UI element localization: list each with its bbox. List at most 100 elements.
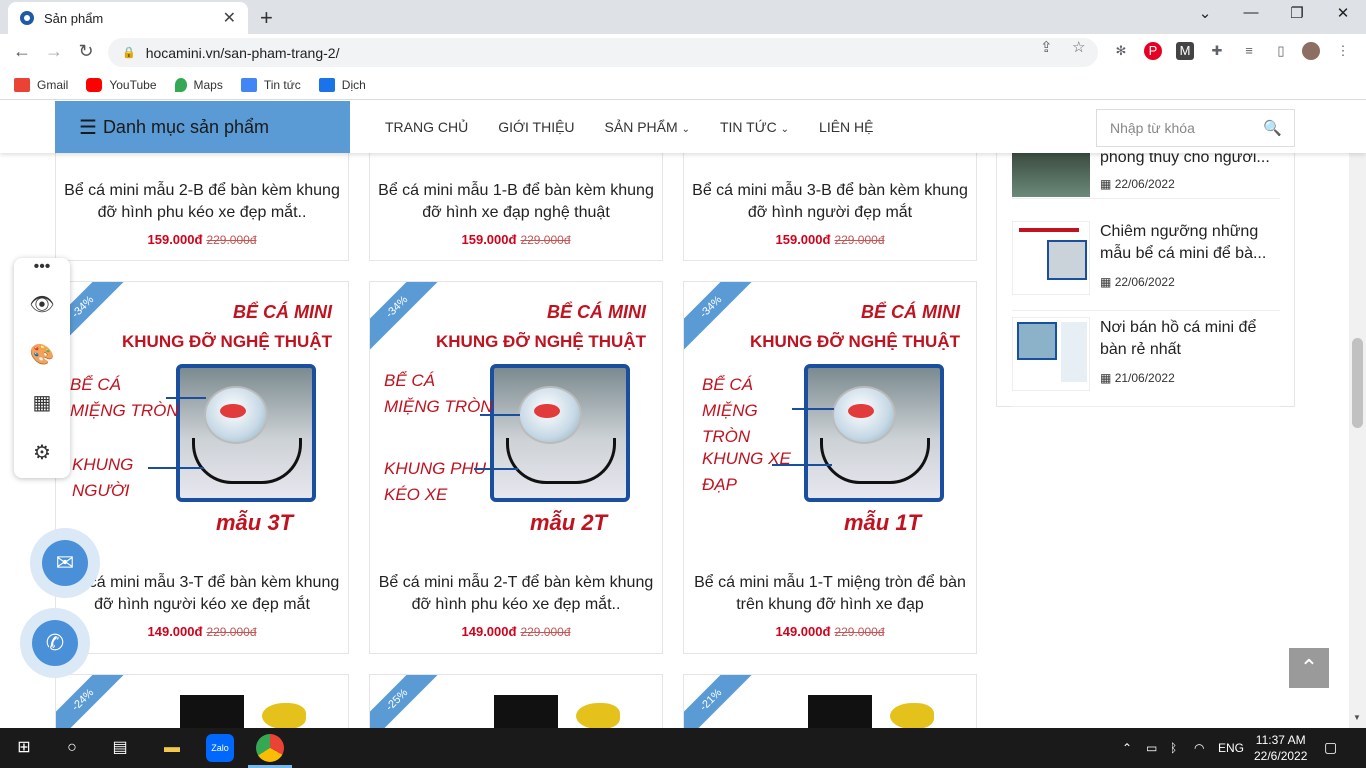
- floating-toolbar: ••• 👁 🎨 ▦ ⚙: [14, 258, 70, 478]
- more-dots-icon[interactable]: •••: [14, 258, 70, 276]
- calendar-icon: ▦: [1100, 177, 1112, 191]
- product-title[interactable]: Bể cá mini mẫu 1-T miệng tròn để bàn trê…: [692, 572, 968, 616]
- bookmark-youtube[interactable]: YouTube: [86, 77, 157, 92]
- address-bar[interactable]: 🔒 hocamini.vn/san-pham-trang-2/: [108, 38, 1098, 67]
- palette-icon[interactable]: 🎨: [14, 342, 70, 367]
- bluetooth-icon[interactable]: ᛒ: [1170, 741, 1177, 755]
- language-indicator[interactable]: ENG: [1218, 741, 1244, 755]
- product-image[interactable]: BỂ CÁ MINI KHUNG ĐỠ NGHỆ THUẬT BỂ CÁ MIỆ…: [684, 282, 976, 556]
- battery-icon[interactable]: ▭: [1146, 741, 1157, 755]
- bookmark-star-icon[interactable]: ☆: [1072, 38, 1085, 56]
- pinterest-icon[interactable]: P: [1144, 42, 1162, 60]
- chevron-down-icon: ⌄: [681, 124, 690, 135]
- bookmark-news[interactable]: Tin tức: [240, 77, 301, 92]
- back-to-top-button[interactable]: ⌃: [1289, 648, 1329, 688]
- post-title[interactable]: Chiêm ngưỡng những mẫu bể cá mini để bà.…: [1100, 221, 1280, 265]
- messenger-button[interactable]: ✉: [30, 528, 100, 598]
- menu-kebab-icon[interactable]: ⋮: [1334, 42, 1352, 60]
- product-card[interactable]: BỂ CÁ MINI KHUNG ĐỠ NGHỆ THUẬT BỂ CÁ MIỆ…: [369, 281, 663, 654]
- new-tab-button[interactable]: +: [260, 5, 273, 31]
- forward-button[interactable]: →: [42, 41, 66, 62]
- product-image[interactable]: -21%: [684, 675, 976, 728]
- task-view-icon[interactable]: ▤: [106, 734, 134, 762]
- menu-item-products[interactable]: SẢN PHẨM ⌄: [605, 119, 690, 135]
- product-title[interactable]: Bể cá mini mẫu 2-T để bàn kèm khung đỡ h…: [378, 572, 654, 616]
- youtube-icon: [86, 77, 103, 92]
- start-windows-icon[interactable]: ⊞: [10, 734, 38, 762]
- grid-icon[interactable]: ▦: [14, 390, 70, 415]
- post-date: ▦ 22/06/2022: [1100, 275, 1175, 289]
- bookmark-translate[interactable]: Dịch: [318, 77, 366, 92]
- back-button[interactable]: ←: [10, 41, 34, 62]
- discount-badge: -24%: [56, 675, 130, 728]
- settings-gears-icon[interactable]: ⚙: [14, 440, 70, 465]
- phone-call-button[interactable]: ✆: [20, 608, 90, 678]
- bookmark-gmail[interactable]: Gmail: [14, 77, 68, 92]
- tab-search-icon[interactable]: ⌄: [1182, 4, 1228, 22]
- post-thumbnail[interactable]: [1012, 221, 1090, 295]
- post-item[interactable]: Chiêm ngưỡng những mẫu bể cá mini để bà.…: [1012, 215, 1280, 311]
- product-card[interactable]: -21%: [683, 674, 977, 728]
- fishbowl-photo: [176, 364, 316, 502]
- category-menu-button[interactable]: ☰ Danh mục sản phẩm: [55, 101, 350, 153]
- calendar-icon: ▦: [1100, 275, 1112, 289]
- page-scrollbar[interactable]: ▲ ▼: [1349, 101, 1366, 728]
- tab-active[interactable]: Sản phẩm ✕: [8, 2, 248, 34]
- product-title[interactable]: Bể cá mini mẫu 3-T để bàn kèm khung đỡ h…: [64, 572, 340, 616]
- fishbowl-photo: [804, 364, 944, 502]
- tab-close-icon[interactable]: ✕: [223, 8, 236, 28]
- tray-expand-icon[interactable]: ⌃: [1122, 741, 1132, 755]
- menu-item-home[interactable]: TRANG CHỦ: [385, 119, 468, 135]
- product-image[interactable]: -25%: [370, 675, 662, 728]
- chevron-up-icon: ⌃: [1299, 655, 1319, 680]
- product-price: 159.000đ 229.000đ: [775, 232, 885, 247]
- chrome-icon[interactable]: [256, 734, 284, 762]
- menu-item-contact[interactable]: LIÊN HỆ: [819, 119, 873, 135]
- zalo-icon[interactable]: Zalo: [206, 734, 234, 762]
- menu-item-news[interactable]: TIN TỨC ⌄: [720, 119, 789, 135]
- search-circle-icon[interactable]: ○: [58, 734, 86, 762]
- system-clock[interactable]: 11:37 AM 22/6/2022: [1254, 732, 1307, 764]
- discount-badge: -25%: [370, 675, 444, 728]
- url-text: hocamini.vn/san-pham-trang-2/: [145, 44, 340, 61]
- search-box[interactable]: Nhập từ khóa 🔍: [1096, 109, 1295, 147]
- restore-button[interactable]: ❐: [1274, 4, 1320, 22]
- wifi-icon[interactable]: ◠: [1194, 741, 1204, 755]
- product-title[interactable]: Bể cá mini mẫu 1-B để bàn kèm khung đỡ h…: [378, 180, 654, 224]
- side-panel-icon[interactable]: ▯: [1272, 42, 1290, 60]
- product-title[interactable]: Bể cá mini mẫu 3-B để bàn kèm khung đỡ h…: [692, 180, 968, 224]
- main-menu: TRANG CHỦ GIỚI THIỆU SẢN PHẨM ⌄ TIN TỨC …: [385, 101, 904, 153]
- mail-extension-icon[interactable]: M: [1176, 42, 1194, 60]
- product-card[interactable]: -24%: [55, 674, 349, 728]
- search-icon[interactable]: 🔍: [1263, 119, 1282, 137]
- scrollbar-thumb[interactable]: [1352, 338, 1363, 428]
- extensions-puzzle-icon[interactable]: ✚: [1208, 42, 1226, 60]
- media-control-icon[interactable]: ≡: [1240, 42, 1258, 60]
- close-window-button[interactable]: ✕: [1320, 4, 1366, 22]
- lock-icon[interactable]: 🔒: [122, 46, 136, 59]
- product-card[interactable]: BỂ CÁ MINI KHUNG ĐỠ NGHỆ THUẬT BỂ CÁ MIỆ…: [55, 281, 349, 654]
- bookmark-maps[interactable]: Maps: [174, 77, 223, 92]
- product-image[interactable]: -24%: [56, 675, 348, 728]
- extension-gear-icon[interactable]: ✻: [1112, 42, 1130, 60]
- product-card[interactable]: BỂ CÁ MINI KHUNG ĐỠ NGHỆ THUẬT BỂ CÁ MIỆ…: [683, 281, 977, 654]
- file-explorer-icon[interactable]: ▬: [158, 734, 186, 762]
- post-item[interactable]: Nơi bán hồ cá mini để bàn rẻ nhất ▦ 21/0…: [1012, 311, 1280, 407]
- post-title[interactable]: Nơi bán hồ cá mini để bàn rẻ nhất: [1100, 317, 1280, 361]
- profile-avatar[interactable]: [1302, 42, 1320, 60]
- product-price: 149.000đ 229.000đ: [147, 624, 257, 639]
- menu-item-about[interactable]: GIỚI THIỆU: [498, 119, 574, 135]
- notifications-icon[interactable]: ▢: [1324, 739, 1337, 756]
- scroll-down-arrow-icon[interactable]: ▼: [1353, 713, 1361, 722]
- minimize-button[interactable]: —: [1228, 4, 1274, 21]
- product-title[interactable]: Bể cá mini mẫu 2-B để bàn kèm khung đỡ h…: [64, 180, 340, 224]
- product-card[interactable]: -25%: [369, 674, 663, 728]
- eye-icon[interactable]: 👁: [14, 292, 70, 317]
- site-favicon-icon: [20, 11, 34, 25]
- product-image[interactable]: BỂ CÁ MINI KHUNG ĐỠ NGHỆ THUẬT BỂ CÁ MIỆ…: [370, 282, 662, 556]
- product-image[interactable]: BỂ CÁ MINI KHUNG ĐỠ NGHỆ THUẬT BỂ CÁ MIỆ…: [56, 282, 348, 556]
- reload-button[interactable]: ↻: [74, 41, 98, 62]
- post-thumbnail[interactable]: [1012, 317, 1090, 391]
- search-input[interactable]: Nhập từ khóa: [1110, 120, 1195, 136]
- share-icon[interactable]: ⇪: [1040, 38, 1053, 56]
